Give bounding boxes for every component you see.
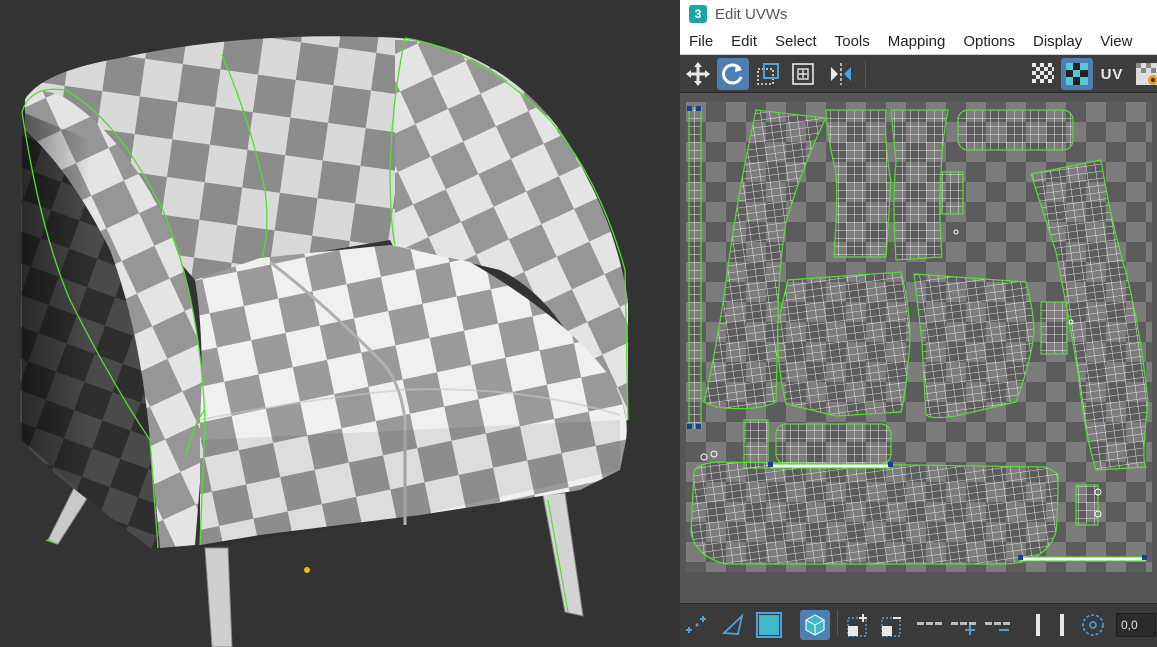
ring-grow-icon[interactable] [950,610,980,640]
ring-shrink-icon[interactable] [984,610,1014,640]
loop-select-icon[interactable] [916,610,946,640]
face-select-icon[interactable] [754,610,784,640]
shrink-select-icon[interactable] [878,610,908,640]
menu-view[interactable]: View [1091,33,1141,50]
application-root: 3 Edit UVWs File Edit Select Tools Mappi… [0,0,1157,647]
edit-uvws-window: 3 Edit UVWs File Edit Select Tools Mappi… [680,0,1157,647]
uv-toolbar: UV [680,55,1157,93]
toolbar-separator [837,610,838,636]
menu-options[interactable]: Options [954,33,1024,50]
menu-tools[interactable]: Tools [826,33,879,50]
pivot-gizmo [304,567,310,573]
grow-select-icon[interactable] [844,610,874,640]
menu-display[interactable]: Display [1024,33,1091,50]
rotate-icon[interactable] [717,58,749,90]
uv-coordinate-field[interactable]: 0,0 [1116,613,1156,637]
uv-mode-button[interactable]: UV [1095,58,1129,90]
select-triangle-icon[interactable] [718,610,748,640]
uv-layout [686,102,1152,572]
app-logo-icon: 3 [689,5,707,23]
menu-bar: File Edit Select Tools Mapping Options D… [680,28,1157,55]
element-select-icon[interactable] [800,610,830,640]
viewport-scene [20,36,629,647]
uv-bottom-toolbar: 0,0 [680,603,1157,647]
menu-edit[interactable]: Edit [722,33,766,50]
window-title: Edit UVWs [715,5,788,23]
scale-icon[interactable] [787,58,819,90]
move-icon[interactable] [682,58,714,90]
menu-mapping[interactable]: Mapping [879,33,955,50]
uv-editor-canvas-area[interactable] [680,93,1157,603]
uv-editor-canvas[interactable] [686,102,1152,572]
uv-mode-label: UV [1100,65,1124,83]
toolbar-separator [865,61,866,87]
mirror-icon[interactable] [825,58,857,90]
window-titlebar[interactable]: 3 Edit UVWs [680,0,1157,28]
checker-pattern-icon[interactable] [1027,58,1059,90]
snap-icon[interactable] [682,610,712,640]
settings-icon[interactable] [1131,58,1157,90]
menu-select[interactable]: Select [766,33,826,50]
3d-viewport[interactable] [0,0,680,647]
pivot-icon[interactable] [1078,610,1108,640]
checker-texture-icon[interactable] [1061,58,1093,90]
soft-selection-icon[interactable] [1025,610,1055,640]
freeform-icon[interactable] [752,58,784,90]
menu-file[interactable]: File [680,33,722,50]
